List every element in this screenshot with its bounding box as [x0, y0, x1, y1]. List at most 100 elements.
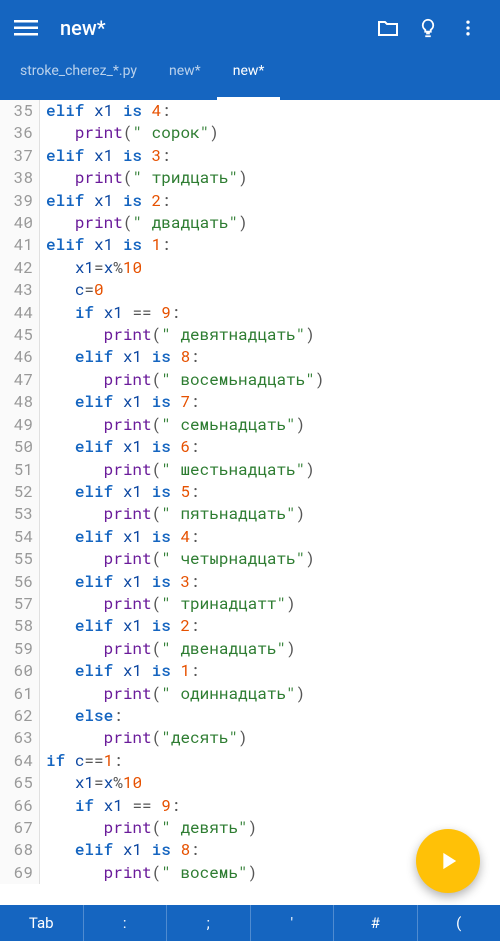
code-line[interactable]: 65 x1=x%10	[0, 772, 500, 794]
bulb-icon[interactable]	[408, 8, 448, 48]
code-line[interactable]: 52 elif x1 is 5:	[0, 481, 500, 503]
code-content[interactable]: x1=x%10	[40, 772, 142, 794]
code-content[interactable]: print(" четырнадцать")	[40, 548, 315, 570]
line-number: 44	[0, 302, 40, 324]
code-line[interactable]: 42 x1=x%10	[0, 257, 500, 279]
code-line[interactable]: 46 elif x1 is 8:	[0, 346, 500, 368]
code-editor[interactable]: 35elif x1 is 4:36 print(" сорок")37elif …	[0, 100, 500, 905]
code-content[interactable]: c=0	[40, 279, 104, 301]
menu-icon[interactable]	[12, 14, 40, 42]
code-line[interactable]: 45 print(" девятнадцать")	[0, 324, 500, 346]
code-line[interactable]: 37elif x1 is 3:	[0, 145, 500, 167]
code-content[interactable]: elif x1 is 3:	[40, 571, 200, 593]
symbol-key-4[interactable]: #	[334, 905, 418, 941]
symbol-key-3[interactable]: '	[251, 905, 335, 941]
code-content[interactable]: elif x1 is 2:	[40, 615, 200, 637]
code-line[interactable]: 47 print(" восемьнадцать")	[0, 369, 500, 391]
code-content[interactable]: print(" восемь")	[40, 862, 257, 884]
code-content[interactable]: elif x1 is 5:	[40, 481, 200, 503]
line-number: 58	[0, 615, 40, 637]
code-content[interactable]: print(" пятьнадцать")	[40, 503, 305, 525]
code-content[interactable]: print(" девять")	[40, 817, 257, 839]
code-line[interactable]: 56 elif x1 is 3:	[0, 571, 500, 593]
code-content[interactable]: print(" одиннадцать")	[40, 683, 305, 705]
code-line[interactable]: 64if c==1:	[0, 750, 500, 772]
code-content[interactable]: print(" двенадцать")	[40, 638, 296, 660]
code-line[interactable]: 40 print(" двадцать")	[0, 212, 500, 234]
code-content[interactable]: elif x1 is 1:	[40, 234, 171, 256]
code-line[interactable]: 44 if x1 == 9:	[0, 302, 500, 324]
line-number: 57	[0, 593, 40, 615]
code-line[interactable]: 39elif x1 is 2:	[0, 190, 500, 212]
code-line[interactable]: 48 elif x1 is 7:	[0, 391, 500, 413]
code-content[interactable]: elif x1 is 6:	[40, 436, 200, 458]
code-content[interactable]: print(" двадцать")	[40, 212, 248, 234]
line-number: 39	[0, 190, 40, 212]
code-line[interactable]: 57 print(" тринадцатт")	[0, 593, 500, 615]
line-number: 64	[0, 750, 40, 772]
code-content[interactable]: elif x1 is 2:	[40, 190, 171, 212]
code-line[interactable]: 51 print(" шестьнадцать")	[0, 459, 500, 481]
code-content[interactable]: elif x1 is 8:	[40, 346, 200, 368]
code-content[interactable]: if x1 == 9:	[40, 302, 180, 324]
code-line[interactable]: 43 c=0	[0, 279, 500, 301]
line-number: 68	[0, 839, 40, 861]
code-line[interactable]: 60 elif x1 is 1:	[0, 660, 500, 682]
code-line[interactable]: 62 else:	[0, 705, 500, 727]
code-line[interactable]: 49 print(" семьнадцать")	[0, 414, 500, 436]
code-content[interactable]: print(" шестьнадцать")	[40, 459, 315, 481]
code-content[interactable]: print(" сорок")	[40, 122, 219, 144]
code-content[interactable]: elif x1 is 3:	[40, 145, 171, 167]
code-line[interactable]: 59 print(" двенадцать")	[0, 638, 500, 660]
code-content[interactable]: print("десять")	[40, 727, 248, 749]
code-content[interactable]: print(" семьнадцать")	[40, 414, 305, 436]
code-line[interactable]: 54 elif x1 is 4:	[0, 526, 500, 548]
line-number: 56	[0, 571, 40, 593]
line-number: 36	[0, 122, 40, 144]
code-line[interactable]: 67 print(" девять")	[0, 817, 500, 839]
line-number: 66	[0, 795, 40, 817]
app-title: new*	[60, 16, 368, 40]
code-content[interactable]: x1=x%10	[40, 257, 142, 279]
code-line[interactable]: 66 if x1 == 9:	[0, 795, 500, 817]
code-line[interactable]: 36 print(" сорок")	[0, 122, 500, 144]
symbol-key-2[interactable]: ;	[167, 905, 251, 941]
tab-0[interactable]: stroke_cherez_*.py	[4, 56, 153, 100]
line-number: 49	[0, 414, 40, 436]
symbol-key-0[interactable]: Tab	[0, 905, 84, 941]
line-number: 63	[0, 727, 40, 749]
folder-icon[interactable]	[368, 8, 408, 48]
line-number: 59	[0, 638, 40, 660]
code-content[interactable]: else:	[40, 705, 123, 727]
code-line[interactable]: 50 elif x1 is 6:	[0, 436, 500, 458]
code-content[interactable]: if x1 == 9:	[40, 795, 180, 817]
code-line[interactable]: 55 print(" четырнадцать")	[0, 548, 500, 570]
tab-bar: stroke_cherez_*.pynew*new*	[0, 56, 500, 100]
code-content[interactable]: elif x1 is 8:	[40, 839, 200, 861]
line-number: 61	[0, 683, 40, 705]
code-content[interactable]: print(" девятнадцать")	[40, 324, 315, 346]
code-line[interactable]: 35elif x1 is 4:	[0, 100, 500, 122]
code-content[interactable]: elif x1 is 1:	[40, 660, 200, 682]
code-line[interactable]: 41elif x1 is 1:	[0, 234, 500, 256]
code-line[interactable]: 58 elif x1 is 2:	[0, 615, 500, 637]
code-content[interactable]: elif x1 is 7:	[40, 391, 200, 413]
code-line[interactable]: 53 print(" пятьнадцать")	[0, 503, 500, 525]
line-number: 65	[0, 772, 40, 794]
symbol-key-1[interactable]: :	[84, 905, 168, 941]
code-content[interactable]: elif x1 is 4:	[40, 100, 171, 122]
code-line[interactable]: 63 print("десять")	[0, 727, 500, 749]
more-icon[interactable]	[448, 8, 488, 48]
tab-1[interactable]: new*	[153, 56, 217, 100]
code-content[interactable]: if c==1:	[40, 750, 123, 772]
tab-2[interactable]: new*	[217, 56, 281, 100]
code-content[interactable]: elif x1 is 4:	[40, 526, 200, 548]
run-button[interactable]	[416, 829, 480, 893]
code-content[interactable]: print(" тринадцатт")	[40, 593, 296, 615]
line-number: 45	[0, 324, 40, 346]
code-content[interactable]: print(" тридцать")	[40, 167, 248, 189]
code-line[interactable]: 61 print(" одиннадцать")	[0, 683, 500, 705]
symbol-key-5[interactable]: (	[418, 905, 500, 941]
code-line[interactable]: 38 print(" тридцать")	[0, 167, 500, 189]
code-content[interactable]: print(" восемьнадцать")	[40, 369, 324, 391]
